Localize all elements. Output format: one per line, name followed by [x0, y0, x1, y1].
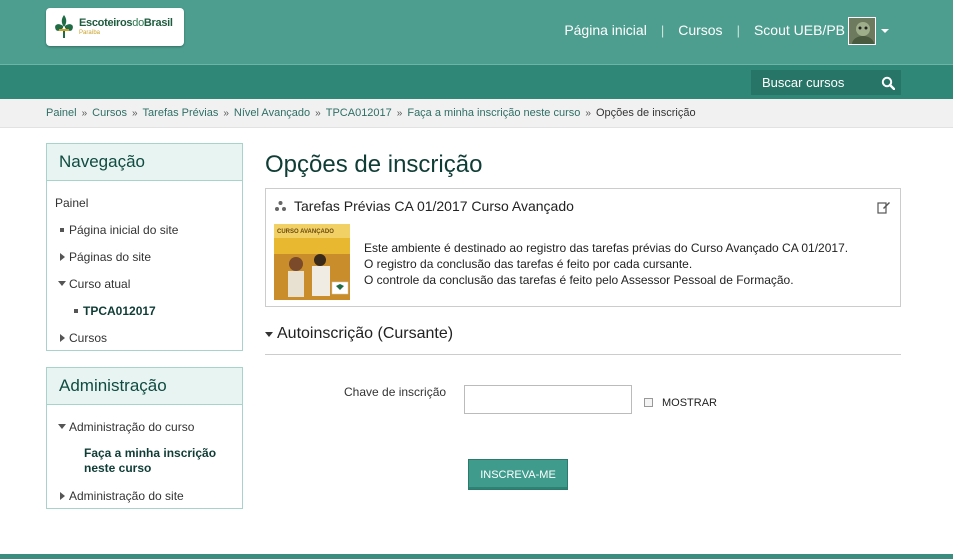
expand-arrow-icon[interactable]: [55, 491, 69, 500]
nav-item-current-course[interactable]: Curso atual: [47, 270, 242, 297]
course-search[interactable]: Buscar cursos: [751, 70, 901, 95]
enrolment-key-label: Chave de inscrição: [344, 385, 447, 399]
logo-region: Paraíba: [79, 30, 101, 36]
summary-line: O controle da conclusão das tarefas é fe…: [364, 273, 794, 287]
breadcrumb-link[interactable]: Cursos: [92, 107, 127, 119]
admin-item-course-admin[interactable]: Administração do curso: [47, 413, 242, 440]
user-menu-caret-icon[interactable]: [881, 29, 889, 33]
page-title: Opções de inscrição: [265, 151, 483, 178]
breadcrumb-link[interactable]: Nível Avançado: [234, 107, 310, 119]
logo-text-a: Escoteiros: [79, 17, 133, 29]
nav-divider: |: [736, 22, 740, 38]
expand-arrow-icon[interactable]: [55, 333, 69, 342]
admin-item-enrol-me[interactable]: Faça a minha inscrição neste curso: [47, 440, 237, 482]
nav-item-site-home[interactable]: Página inicial do site: [47, 216, 242, 243]
course-image: CURSO AVANÇADO: [274, 224, 350, 300]
summary-line: O registro da conclusão das tarefas é fe…: [364, 257, 693, 271]
breadcrumb-link[interactable]: Painel: [46, 107, 77, 119]
course-info-box: Tarefas Prévias CA 01/2017 Curso Avançad…: [265, 188, 901, 307]
user-menu-name[interactable]: Scout UEB/PB: [754, 22, 845, 38]
breadcrumb-separator: »: [315, 107, 321, 119]
nav-item-label[interactable]: Páginas do site: [69, 250, 151, 264]
admin-item-site-admin[interactable]: Administração do site: [47, 482, 242, 509]
admin-item-label[interactable]: Administração do site: [69, 489, 184, 503]
collapse-arrow-icon[interactable]: [55, 424, 69, 429]
navigation-block-title: Navegação: [47, 144, 242, 181]
self-enrolment-section[interactable]: Autoinscrição (Cursante): [265, 325, 901, 355]
breadcrumb-current: Opções de inscrição: [595, 107, 696, 119]
bullet-icon: [69, 308, 83, 313]
breadcrumb-separator: »: [223, 107, 229, 119]
avatar-image: [849, 18, 875, 44]
nav-divider: |: [660, 22, 665, 38]
self-enrol-icon[interactable]: [877, 200, 891, 214]
nav-courses-link[interactable]: Cursos: [678, 22, 722, 38]
nav-item-label[interactable]: TPCA012017: [83, 304, 156, 318]
show-key-checkbox[interactable]: [644, 398, 653, 407]
nav-item-site-pages[interactable]: Páginas do site: [47, 243, 242, 270]
admin-item-label[interactable]: Administração do curso: [69, 420, 194, 434]
section-title[interactable]: Autoinscrição (Cursante): [277, 325, 453, 343]
breadcrumb-link[interactable]: Tarefas Prévias: [143, 107, 219, 119]
collapse-arrow-icon[interactable]: [265, 332, 273, 337]
bullet-icon: [55, 227, 69, 232]
breadcrumb-link[interactable]: Faça a minha inscrição neste curso: [407, 107, 580, 119]
breadcrumb-separator: »: [585, 107, 591, 119]
show-key-label[interactable]: MOSTRAR: [662, 397, 717, 409]
logo-text-b: do: [132, 17, 144, 29]
collapse-arrow-icon[interactable]: [55, 281, 69, 286]
fleur-de-lis-icon: [55, 15, 73, 38]
nav-item-label[interactable]: Painel: [55, 196, 88, 210]
avatar[interactable]: [848, 17, 876, 45]
course-image-title: CURSO AVANÇADO: [277, 229, 334, 235]
site-logo[interactable]: EscoteirosdoBrasil Paraíba: [46, 8, 184, 46]
nav-item-label[interactable]: Curso atual: [69, 277, 130, 291]
breadcrumb: Painel » Cursos » Tarefas Prévias » Níve…: [0, 99, 953, 128]
enrol-me-button[interactable]: INSCREVA-ME: [468, 459, 568, 490]
admin-item-label[interactable]: Faça a minha inscrição neste curso: [84, 446, 216, 475]
breadcrumb-separator: »: [396, 107, 403, 119]
breadcrumb-separator: »: [131, 107, 138, 119]
administration-block-title: Administração: [47, 368, 242, 405]
top-header: EscoteirosdoBrasil Paraíba Página inicia…: [0, 0, 953, 64]
enrolment-key-input[interactable]: [464, 385, 632, 414]
sub-header-bar: Buscar cursos: [0, 64, 953, 99]
nav-item-dashboard[interactable]: Painel: [47, 189, 242, 216]
course-icon: [275, 201, 286, 211]
expand-arrow-icon[interactable]: [55, 252, 69, 261]
nav-item-course-code[interactable]: TPCA012017: [47, 297, 242, 324]
breadcrumb-separator: »: [81, 107, 88, 119]
nav-item-label[interactable]: Cursos: [69, 331, 107, 345]
search-input[interactable]: Buscar cursos: [751, 75, 875, 90]
nav-item-courses[interactable]: Cursos: [47, 324, 242, 351]
course-name-link[interactable]: Tarefas Prévias CA 01/2017 Curso Avançad…: [294, 198, 574, 214]
summary-line: Este ambiente é destinado ao registro da…: [364, 241, 849, 255]
search-icon[interactable]: [875, 70, 901, 95]
logo-text-c: Brasil: [143, 17, 173, 29]
nav-home-link[interactable]: Página inicial: [564, 22, 647, 38]
navigation-block: Navegação Painel Página inicial do site …: [46, 143, 243, 351]
top-nav: Página inicial | Cursos | Scout UEB/PB: [564, 22, 887, 38]
course-summary: Este ambiente é destinado ao registro da…: [364, 240, 848, 288]
breadcrumb-link[interactable]: TPCA012017: [326, 107, 392, 119]
nav-item-label[interactable]: Página inicial do site: [69, 223, 178, 237]
administration-block: Administração Administração do curso Faç…: [46, 367, 243, 509]
footer-bar: [0, 554, 953, 559]
